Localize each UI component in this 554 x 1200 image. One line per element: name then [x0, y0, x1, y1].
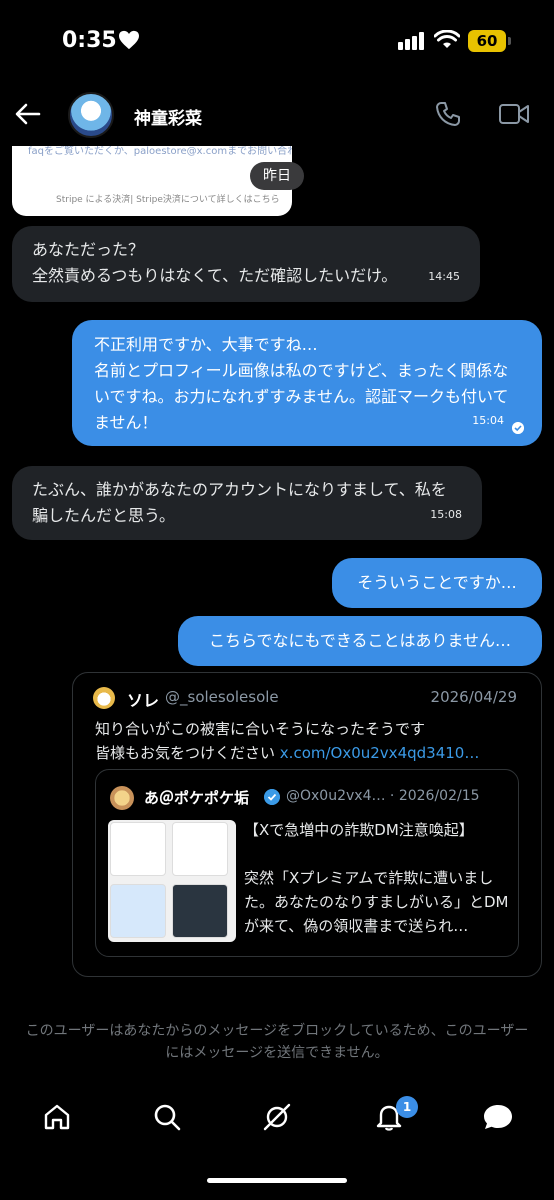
post-body-line: 知り合いがこの被害に合いそうになったそうです [95, 720, 426, 738]
home-indicator [207, 1178, 347, 1183]
status-bar: 0:35 60 [0, 0, 554, 84]
shared-post-card[interactable]: ソレ @_solesolesole 2026/04/29 知り合いがこの被害に合… [72, 672, 542, 977]
message-timestamp: 15:04 [472, 414, 504, 427]
message-bubble-outgoing[interactable]: こちらでなにもできることはありません… [178, 616, 542, 666]
quoted-author-avatar[interactable] [110, 786, 134, 810]
home-icon[interactable] [42, 1102, 72, 1132]
post-date: 2026/04/29 [430, 688, 517, 706]
receipt-footer-text: Stripe による決済| Stripe決済について詳しくはこちら [56, 195, 280, 205]
post-body-line-with-link: 皆様もお気をつけください x.com/Ox0u2vx4qd3410… [95, 741, 479, 765]
conversation-header: 神童彩菜 [0, 84, 554, 146]
message-bubble-incoming[interactable]: あなただった？ 全然責めるつもりはなくて、ただ確認したいだけ。 14:45 [12, 226, 480, 302]
message-text: 不正利用ですか、大事ですね… 名前とプロフィール画像は私のですけど、まったく関係… [94, 335, 509, 432]
verified-badge-icon [264, 789, 280, 805]
quoted-post[interactable]: あ＠ポケポケ垢 @Ox0u2vx4… · 2026/02/15 【Xで急増中の詐… [95, 769, 519, 957]
message-timestamp: 14:45 [428, 270, 460, 283]
message-bubble-incoming[interactable]: たぶん、誰かがあなたのアカウントになりすまして、私を騙したんだと思う。 15:0… [12, 466, 482, 540]
contact-name[interactable]: 神童彩菜 [134, 104, 202, 129]
message-bubble-outgoing[interactable]: そういうことですか… [332, 558, 542, 608]
post-link[interactable]: x.com/Ox0u2vx4qd3410… [280, 744, 480, 762]
post-author-handle[interactable]: @_solesolesole [165, 688, 279, 706]
grok-icon[interactable] [262, 1102, 292, 1132]
quoted-author-handle: @Ox0u2vx4… · 2026/02/15 [286, 788, 480, 804]
thumb-panel [110, 884, 166, 938]
video-call-icon[interactable] [498, 102, 530, 126]
date-separator: 昨日 [250, 162, 304, 190]
post-body: 知り合いがこの被害に合いそうになったそうです 皆様もお気をつけください x.co… [95, 717, 479, 765]
thumb-panel [172, 884, 228, 938]
quoted-post-text: 【Xで急増中の詐欺DM注意喚起】 突然「Xプレミアムで詐欺に遭いました。あなたの… [244, 821, 509, 935]
battery-nub [508, 37, 511, 45]
messages-icon[interactable] [482, 1102, 514, 1132]
battery-level: 60 [468, 30, 506, 52]
message-bubble-outgoing[interactable]: 不正利用ですか、大事ですね… 名前とプロフィール画像は私のですけど、まったく関係… [72, 320, 542, 446]
message-text: あなただった？ 全然責めるつもりはなくて、ただ確認したいだけ。 [32, 240, 398, 285]
contact-avatar[interactable] [68, 92, 114, 138]
thumb-panel [172, 822, 228, 876]
blocked-notice: このユーザーはあなたからのメッセージをブロックしているため、このユーザーにはメッ… [25, 1023, 529, 1061]
read-receipt-icon [512, 422, 524, 434]
post-author-avatar[interactable] [93, 687, 115, 709]
message-timestamp: 15:08 [430, 508, 462, 521]
status-time: 0:35 [62, 28, 117, 53]
wifi-icon [434, 30, 460, 48]
heart-icon [119, 30, 139, 50]
receipt-text-line: faqをご覧いただくか、paloestore@x.comまでお問い合わせください [28, 146, 292, 157]
cellular-signal-icon [398, 32, 424, 50]
bottom-navigation [0, 1092, 554, 1152]
quoted-post-image[interactable] [108, 820, 236, 942]
message-text: たぶん、誰かがあなたのアカウントになりすまして、私を騙したんだと思う。 [32, 480, 447, 525]
quoted-author-name[interactable]: あ＠ポケポケ垢 [144, 787, 249, 808]
search-icon[interactable] [152, 1102, 182, 1132]
post-body-text: 皆様もお気をつけください [95, 744, 276, 762]
thumb-panel [110, 822, 166, 876]
back-arrow-icon[interactable] [14, 100, 42, 128]
post-author-name[interactable]: ソレ [127, 687, 159, 711]
notification-count-badge: 1 [396, 1096, 418, 1118]
phone-call-icon[interactable] [434, 100, 462, 128]
